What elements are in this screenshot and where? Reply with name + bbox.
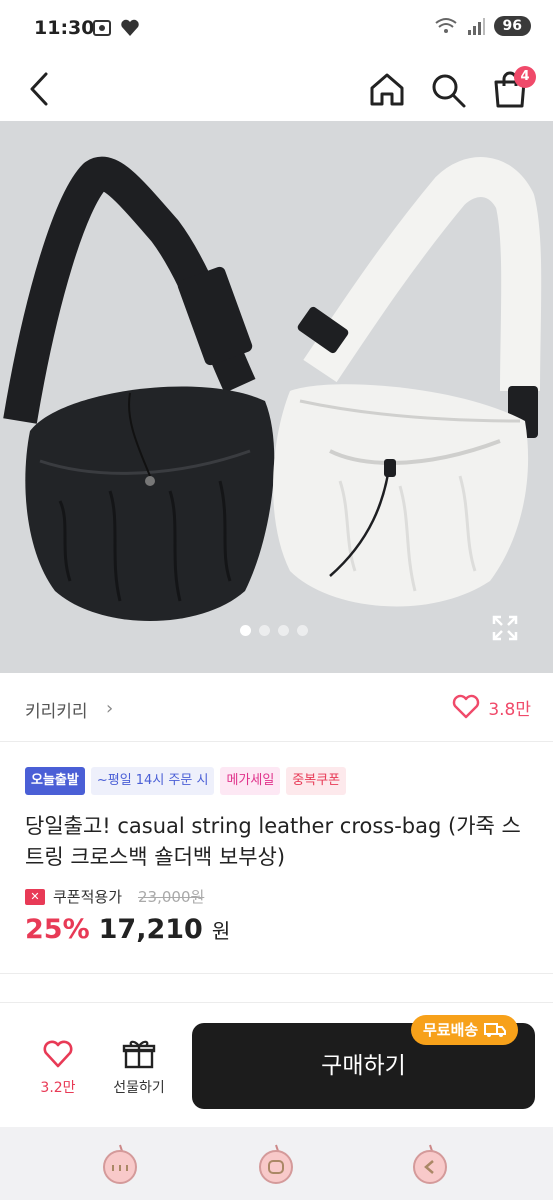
truck-icon bbox=[484, 1023, 507, 1037]
brand-row[interactable]: 키리키리 › 3.8만 bbox=[0, 674, 553, 742]
sale-price: 17,210 bbox=[98, 914, 203, 945]
price-line: 25% 17,210 원 bbox=[25, 914, 230, 945]
coupon-label: 쿠폰적용가 bbox=[53, 888, 123, 906]
gift-button[interactable]: 선물하기 bbox=[104, 1039, 174, 1097]
brand-name[interactable]: 키리키리 bbox=[25, 697, 88, 722]
home-button-icon[interactable] bbox=[256, 1139, 296, 1185]
coupon-icon: ✕ bbox=[25, 888, 45, 905]
screen-capture-icon bbox=[93, 20, 111, 36]
wishlist-button[interactable]: 3.8만 bbox=[452, 694, 531, 720]
cart-count-badge: 4 bbox=[514, 66, 536, 88]
back-button-icon[interactable] bbox=[410, 1139, 450, 1185]
product-tags: 오늘출발 ~평일 14시 주문 시 메가세일 중복쿠폰 bbox=[25, 767, 347, 795]
signal-icon bbox=[467, 18, 485, 35]
divider bbox=[0, 973, 553, 974]
tag-duplicate-coupon: 중복쿠폰 bbox=[286, 767, 347, 795]
like-button[interactable]: 3.2만 bbox=[26, 1039, 90, 1097]
coupon-price-line: ✕ 쿠폰적용가 23,000원 bbox=[25, 886, 204, 907]
product-title: 당일출고! casual string leather cross-bag (가… bbox=[25, 814, 521, 869]
battery-badge: 96 bbox=[493, 16, 531, 36]
page-dot-2[interactable] bbox=[259, 625, 270, 636]
search-icon[interactable] bbox=[427, 66, 469, 112]
wishlist-count: 3.8만 bbox=[488, 699, 531, 720]
status-time: 11:30 bbox=[34, 17, 95, 39]
free-shipping-label: 무료배송 bbox=[423, 1021, 479, 1039]
tag-weekday-order: ~평일 14시 주문 시 bbox=[90, 767, 215, 795]
tag-mega-sale: 메가세일 bbox=[220, 767, 281, 795]
system-navigation bbox=[0, 1127, 553, 1200]
purchase-action-bar: 3.2만 선물하기 구매하기 무료배송 bbox=[0, 1002, 553, 1127]
free-shipping-badge: 무료배송 bbox=[411, 1015, 519, 1045]
gift-label: 선물하기 bbox=[113, 1080, 165, 1096]
discount-rate: 25% bbox=[25, 914, 90, 945]
page-dot-1[interactable] bbox=[240, 625, 251, 636]
heart-status-icon bbox=[121, 19, 139, 36]
product-photo bbox=[0, 121, 553, 673]
status-right: 96 bbox=[434, 16, 531, 36]
heart-outline-icon bbox=[453, 694, 480, 719]
recent-apps-icon[interactable] bbox=[100, 1139, 140, 1185]
wifi-icon bbox=[434, 18, 457, 33]
product-image[interactable] bbox=[0, 121, 553, 673]
chevron-right-icon: › bbox=[106, 698, 114, 719]
back-arrow-icon[interactable] bbox=[24, 66, 56, 112]
original-price: 23,000원 bbox=[138, 888, 205, 906]
gallery-pagination bbox=[240, 625, 308, 636]
top-nav: 4 bbox=[0, 58, 553, 120]
status-icons bbox=[92, 18, 140, 38]
heart-outline-icon bbox=[43, 1040, 73, 1068]
like-count: 3.2만 bbox=[40, 1080, 76, 1096]
gift-icon bbox=[122, 1040, 156, 1069]
expand-icon[interactable] bbox=[491, 614, 519, 642]
home-icon[interactable] bbox=[366, 66, 408, 112]
status-bar: 11:30 96 bbox=[0, 0, 553, 58]
currency-unit: 원 bbox=[211, 919, 231, 943]
cart-button[interactable]: 4 bbox=[490, 66, 536, 112]
page-dot-3[interactable] bbox=[278, 625, 289, 636]
tag-today-ship: 오늘출발 bbox=[25, 767, 85, 795]
page-dot-4[interactable] bbox=[297, 625, 308, 636]
